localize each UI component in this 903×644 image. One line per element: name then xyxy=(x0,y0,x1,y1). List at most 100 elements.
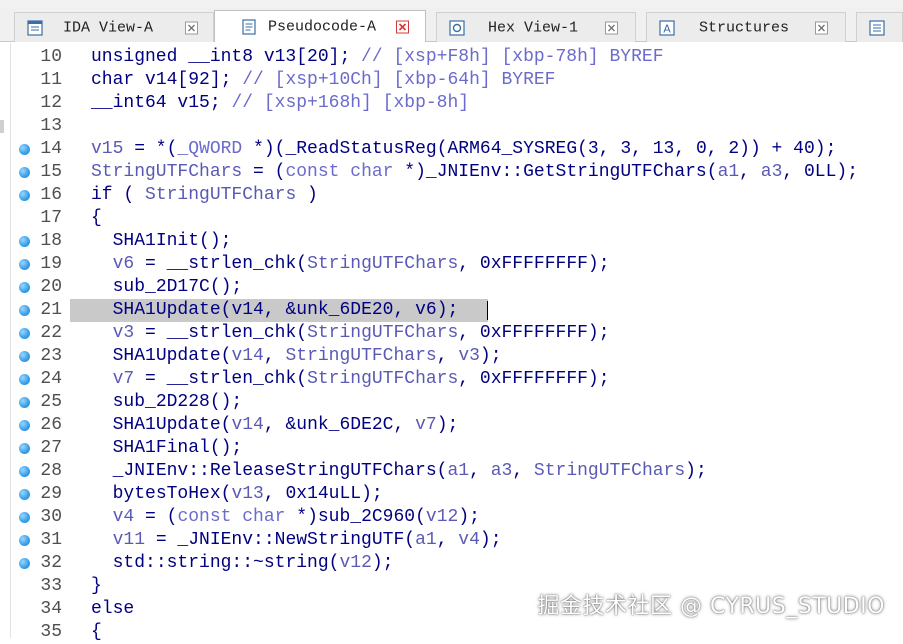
code-line[interactable]: 27 SHA1Final(); xyxy=(0,437,903,460)
code-line[interactable]: 35 { xyxy=(0,621,903,644)
code-line[interactable]: 23 SHA1Update(v14, StringUTFChars, v3); xyxy=(0,345,903,368)
tab-hex-view[interactable]: Hex View-1 xyxy=(436,12,636,42)
tab-structures[interactable]: A Structures xyxy=(646,12,846,42)
code-line[interactable]: 30 v4 = (const char *)sub_2C960(v12); xyxy=(0,506,903,529)
code-line[interactable]: 20 sub_2D17C(); xyxy=(0,276,903,299)
code-token: unk_6DE20 xyxy=(296,300,394,320)
code-token: = *( xyxy=(123,139,178,159)
code-token: ) xyxy=(296,185,318,205)
close-icon[interactable] xyxy=(605,21,618,34)
tab-pseudocode[interactable]: Pseudocode-A xyxy=(214,10,426,42)
breakpoint-dot-icon[interactable] xyxy=(19,144,30,155)
breakpoint-dot-icon[interactable] xyxy=(19,489,30,500)
breakpoint-dot-icon[interactable] xyxy=(19,328,30,339)
code-line[interactable]: 14 v15 = *(_QWORD *)(_ReadStatusReg(ARM64… xyxy=(0,138,903,161)
code-line[interactable]: 32 std::string::~string(v12); xyxy=(0,552,903,575)
breakpoint-dot-icon[interactable] xyxy=(19,305,30,316)
enums-icon xyxy=(869,19,885,36)
code-line[interactable]: 13 xyxy=(0,115,903,138)
code-line[interactable]: 11 char v14[92]; // [xsp+10Ch] [xbp-64h] … xyxy=(0,69,903,92)
pseudocode-editor[interactable]: 10 unsigned __int8 v13[20]; // [xsp+F8h] … xyxy=(0,43,903,642)
code-token: ( xyxy=(220,415,232,435)
code-token: if xyxy=(91,185,113,205)
code-token: SHA1Init xyxy=(112,231,200,251)
line-number: 20 xyxy=(40,277,62,297)
code-line[interactable]: 17 { xyxy=(0,207,903,230)
breakpoint-dot-icon[interactable] xyxy=(19,236,30,247)
structures-icon: A xyxy=(659,19,675,36)
code-text: v11 = _JNIEnv::NewStringUTF(a1, v4); xyxy=(91,529,502,552)
line-number: 34 xyxy=(40,599,62,619)
code-text: { xyxy=(91,207,102,230)
legend-strip xyxy=(0,0,903,8)
code-text: v4 = (const char *)sub_2C960(v12); xyxy=(91,506,480,529)
code-line[interactable]: 12 __int64 v15; // [xsp+168h] [xbp-8h] xyxy=(0,92,903,115)
tab-overflow[interactable] xyxy=(856,12,903,42)
code-token: ); xyxy=(479,346,502,366)
code-line[interactable]: 22 v3 = __strlen_chk(StringUTFChars, 0xF… xyxy=(0,322,903,345)
code-line[interactable]: 15 StringUTFChars = (const char *)_JNIEnv… xyxy=(0,161,903,184)
code-line[interactable]: 19 v6 = __strlen_chk(StringUTFChars, 0xF… xyxy=(0,253,903,276)
code-token: [92]; xyxy=(177,70,243,90)
tab-ida-view[interactable]: IDA View-A xyxy=(14,12,214,42)
code-line[interactable]: 26 SHA1Update(v14, &unk_6DE2C, v7); xyxy=(0,414,903,437)
breakpoint-dot-icon[interactable] xyxy=(19,374,30,385)
code-token: ); xyxy=(436,415,459,435)
close-icon[interactable] xyxy=(815,21,828,34)
code-line[interactable]: 24 v7 = __strlen_chk(StringUTFChars, 0xF… xyxy=(0,368,903,391)
line-number: 26 xyxy=(40,415,62,435)
code-line[interactable]: 10 unsigned __int8 v13[20]; // [xsp+F8h] … xyxy=(0,46,903,69)
line-number: 22 xyxy=(40,323,62,343)
close-icon[interactable] xyxy=(396,20,409,33)
line-number: 28 xyxy=(40,461,62,481)
breakpoint-dot-icon[interactable] xyxy=(19,420,30,431)
code-token: sub_2D228 xyxy=(112,392,210,412)
code-line[interactable]: 25 sub_2D228(); xyxy=(0,391,903,414)
breakpoint-dot-icon[interactable] xyxy=(19,443,30,454)
breakpoint-dot-icon[interactable] xyxy=(19,351,30,362)
code-token: ( xyxy=(436,139,448,159)
code-token: std::string::~string xyxy=(112,553,329,573)
line-number: 11 xyxy=(40,70,62,90)
code-line[interactable]: 16 if ( StringUTFChars ) xyxy=(0,184,903,207)
code-token: // [xsp+168h] [xbp-8h] xyxy=(231,93,470,113)
code-line[interactable]: 18 SHA1Init(); xyxy=(0,230,903,253)
code-token: _JNIEnv::NewStringUTF xyxy=(177,530,405,550)
code-token: else xyxy=(91,599,135,619)
code-text: else xyxy=(91,598,134,621)
code-line[interactable]: 28 _JNIEnv::ReleaseStringUTFChars(a1, a3… xyxy=(0,460,903,483)
line-number: 35 xyxy=(40,622,62,642)
code-token: const char xyxy=(285,162,394,182)
breakpoint-dot-icon[interactable] xyxy=(19,466,30,477)
breakpoint-dot-icon[interactable] xyxy=(19,282,30,293)
close-icon[interactable] xyxy=(185,21,198,34)
code-token: _JNIEnv::ReleaseStringUTFChars xyxy=(112,461,437,481)
code-token: , 0xFFFFFFFF); xyxy=(458,254,610,274)
code-line[interactable]: 31 v11 = _JNIEnv::NewStringUTF(a1, v4); xyxy=(0,529,903,552)
line-number: 17 xyxy=(40,208,62,228)
breakpoint-dot-icon[interactable] xyxy=(19,259,30,270)
code-token: ( xyxy=(415,507,426,527)
breakpoint-dot-icon[interactable] xyxy=(19,167,30,178)
code-token: , 0xFFFFFFFF); xyxy=(458,369,610,389)
code-token: (); xyxy=(209,392,243,412)
code-line[interactable]: 21 SHA1Update(v14, &unk_6DE20, v6); xyxy=(0,299,903,322)
breakpoint-dot-icon[interactable] xyxy=(19,558,30,569)
line-number: 30 xyxy=(40,507,62,527)
code-token: ); xyxy=(371,553,394,573)
breakpoint-dot-icon[interactable] xyxy=(19,512,30,523)
breakpoint-dot-icon[interactable] xyxy=(19,535,30,546)
breakpoint-dot-icon[interactable] xyxy=(19,190,30,201)
code-token: _QWORD xyxy=(177,139,243,159)
code-token: v7 xyxy=(415,415,437,435)
code-token: ); xyxy=(479,530,502,550)
code-token: v15 xyxy=(177,93,210,113)
code-token: StringUTFChars xyxy=(307,369,459,389)
code-line[interactable]: 29 bytesToHex(v13, 0x14uLL); xyxy=(0,483,903,506)
breakpoint-dot-icon[interactable] xyxy=(19,397,30,408)
